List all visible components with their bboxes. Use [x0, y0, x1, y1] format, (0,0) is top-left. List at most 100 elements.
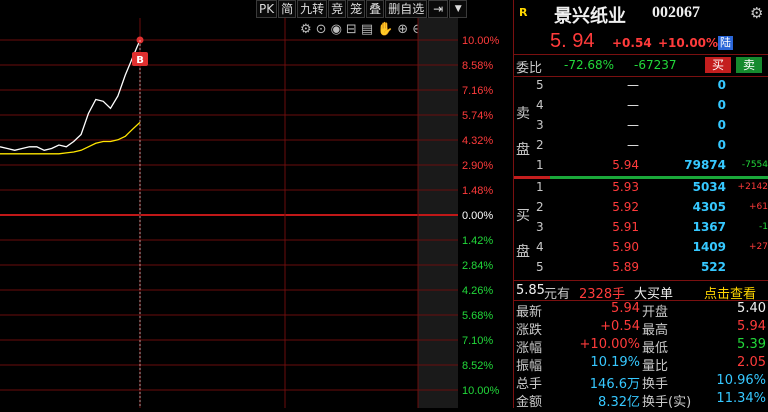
market-badge: R	[519, 6, 528, 19]
ask-level: 4	[536, 98, 544, 112]
connect-tag: 陆	[718, 36, 733, 50]
bid-level: 1	[536, 180, 544, 194]
sell-button[interactable]: 卖	[736, 57, 762, 73]
commission-label: 委比	[516, 61, 543, 76]
y-tick-label: 8.52%	[462, 360, 493, 372]
bid-row[interactable]: 1 5.93 5034 +2142	[514, 178, 768, 198]
chart-toolbar: PK 简 九转 竞 笼 叠 删自选 ⇥ ▼	[256, 0, 468, 18]
stat-value: +10.00%	[579, 337, 640, 352]
quote-panel: R 景兴纸业 002067 ⚙ 5. 94 +0.54 +10.00% 陆 委比…	[513, 0, 768, 411]
bid-level: 2	[536, 200, 544, 214]
price-change: +0.54	[612, 36, 652, 50]
bid-level: 4	[536, 240, 544, 254]
bid-volume: 4305	[692, 200, 726, 214]
stats-row: 振幅 10.19% 量比 2.05	[514, 355, 768, 375]
commission-diff: -67237	[634, 58, 677, 72]
stat-key: 总手	[516, 377, 543, 392]
chart-canvas: 10.00% 8.58% 7.16% 5.74% 4.32% 2.90% 1.48% 0.00…	[0, 18, 500, 408]
ask-level: 1	[536, 158, 544, 172]
bid-volume: 1367	[692, 220, 726, 234]
bid-row[interactable]: 4 5.90 1409 +27	[514, 238, 768, 258]
ask-row[interactable]: 4 — 0	[514, 96, 768, 116]
bid-volume: 1409	[692, 240, 726, 254]
stat-value: 5.94	[611, 301, 640, 316]
y-tick-label: 10.00%	[462, 385, 500, 397]
dropdown-icon[interactable]: ▼	[449, 0, 468, 18]
y-tick-label: 1.42%	[462, 235, 493, 247]
stat-key: 涨幅	[516, 341, 543, 356]
stat-key: 金额	[516, 395, 543, 410]
stock-name: 景兴纸业	[554, 6, 626, 27]
y-tick-label: 4.32%	[462, 135, 493, 147]
bid-level: 3	[536, 220, 544, 234]
tab-jiuzhuan[interactable]: 九转	[297, 0, 328, 18]
bid-row[interactable]: 5 5.89 522	[514, 258, 768, 278]
y-tick-label: 5.74%	[462, 110, 493, 122]
tab-bidding[interactable]: 竞	[328, 0, 347, 18]
y-tick-label: 0.00%	[462, 210, 493, 222]
bid-price: 5.90	[612, 240, 639, 254]
intraday-chart[interactable]: 10.00% 8.58% 7.16% 5.74% 4.32% 2.90% 1.48% 0.00…	[0, 18, 510, 408]
bid-row[interactable]: 2 5.92 4305 +61	[514, 198, 768, 218]
ask-row[interactable]: 3 — 0	[514, 116, 768, 136]
stat-value: 8.32亿	[598, 395, 640, 410]
stats-row: 涨幅 +10.00% 最低 5.39	[514, 337, 768, 357]
bid-delta: +2142	[737, 182, 768, 192]
stat-key: 换手	[642, 377, 669, 392]
commission-row: 委比 -72.68% -67237 买 卖	[514, 56, 768, 76]
stat-key: 最低	[642, 341, 669, 356]
stats-row: 涨跌 +0.54 最高 5.94	[514, 319, 768, 339]
stat-value: +0.54	[600, 319, 640, 334]
tab-simple[interactable]: 简	[278, 0, 297, 18]
ask-row[interactable]: 5 — 0	[514, 76, 768, 96]
export-icon[interactable]: ⇥	[428, 0, 449, 18]
stat-value: 2.05	[737, 355, 766, 370]
bid-delta: +61	[749, 202, 768, 212]
stat-value: 5.39	[737, 337, 766, 352]
stats-row: 金额 8.32亿 换手(实) 11.34%	[514, 391, 768, 411]
big-order-row: 5.85 元有 2328手 大买单 点击查看	[514, 282, 768, 302]
ask-price: —	[627, 78, 639, 92]
y-tick-label: 2.84%	[462, 260, 493, 272]
stat-value: 11.34%	[716, 391, 766, 406]
tab-pk[interactable]: PK	[256, 0, 278, 18]
y-tick-label: 5.68%	[462, 310, 493, 322]
tab-overlay[interactable]: 叠	[366, 0, 385, 18]
ask-delta: -7554	[741, 160, 768, 170]
bid-row[interactable]: 3 5.91 1367 -1	[514, 218, 768, 238]
bid-price: 5.89	[612, 260, 639, 274]
settings-gear-icon[interactable]: ⚙	[750, 4, 763, 22]
ask-row[interactable]: 2 — 0	[514, 136, 768, 156]
buy-button[interactable]: 买	[705, 57, 731, 73]
ask-price: —	[627, 118, 639, 132]
last-price: 5. 94	[550, 30, 595, 52]
stat-value: 146.6万	[589, 377, 640, 392]
stat-key: 振幅	[516, 359, 543, 374]
ask-row[interactable]: 1 5.94 79874 -7554	[514, 156, 768, 176]
stats-row: 总手 146.6万 换手 10.96%	[514, 373, 768, 393]
stat-value: 5.40	[737, 301, 766, 316]
y-tick-label: 7.10%	[462, 335, 493, 347]
stock-code: 002067	[652, 4, 700, 21]
buy-marker-label: B	[136, 55, 144, 66]
bid-price: 5.91	[612, 220, 639, 234]
chart-right-band	[418, 18, 458, 408]
y-tick-label: 1.48%	[462, 185, 493, 197]
ask-volume: 0	[717, 98, 726, 112]
stat-value: 10.19%	[590, 355, 640, 370]
bid-level: 5	[536, 260, 544, 274]
commission-ratio: -72.68%	[564, 58, 615, 72]
tab-remove-favorite[interactable]: 删自选	[385, 0, 428, 18]
bid-price: 5.92	[612, 200, 639, 214]
stat-key: 最高	[642, 323, 669, 338]
bid-volume: 522	[700, 260, 726, 274]
stat-key: 量比	[642, 359, 669, 374]
y-tick-label: 4.26%	[462, 285, 493, 297]
ask-volume: 79874	[684, 158, 726, 172]
stat-key: 涨跌	[516, 323, 543, 338]
tab-cage[interactable]: 笼	[347, 0, 366, 18]
bid-delta: +27	[749, 242, 768, 252]
bid-price: 5.93	[612, 180, 639, 194]
stats-row: 最新 5.94 开盘 5.40	[514, 301, 768, 321]
stat-value: 5.94	[737, 319, 766, 334]
